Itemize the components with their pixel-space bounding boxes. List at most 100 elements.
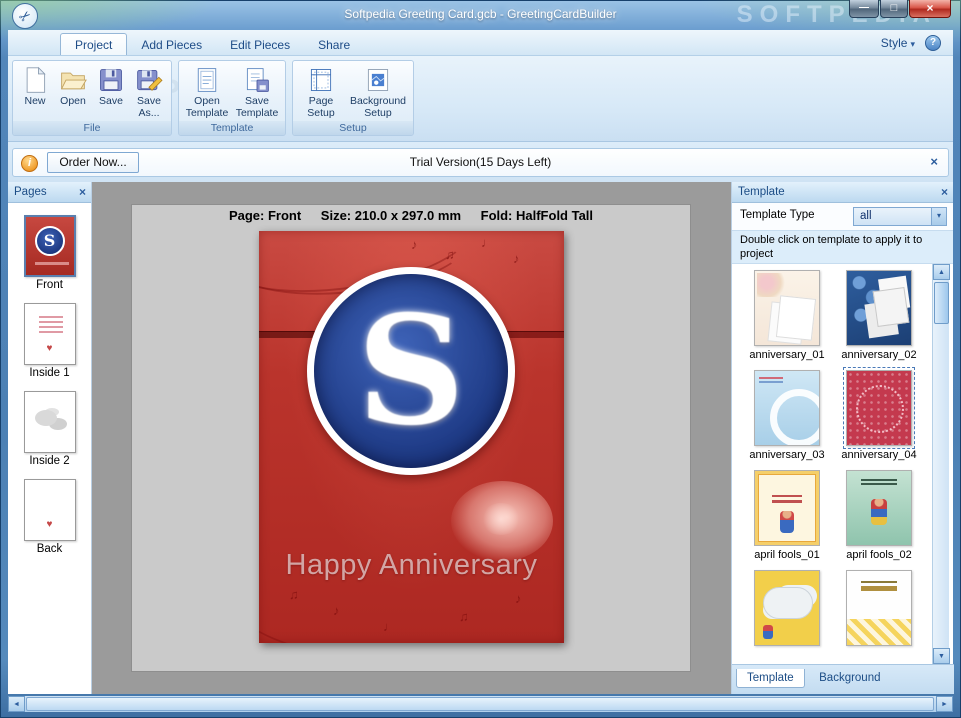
maximize-button[interactable]: □ xyxy=(880,0,908,18)
horizontal-scrollbar[interactable]: ◄ ► xyxy=(8,696,953,712)
template-item-7[interactable] xyxy=(744,570,830,649)
music-note-icon: ♫ xyxy=(459,609,469,624)
page-thumb-back[interactable]: ♥ Back xyxy=(8,479,91,555)
group-file: New Open Save Save As... File xyxy=(12,60,172,136)
template-thumb xyxy=(843,367,915,449)
template-thumb xyxy=(754,370,820,446)
template-label: anniversary_04 xyxy=(841,449,917,461)
page-info-size: Size: 210.0 x 297.0 mm xyxy=(320,208,461,223)
tab-edit-pieces[interactable]: Edit Pieces xyxy=(216,34,304,55)
open-folder-icon xyxy=(59,66,87,94)
template-type-row: Template Type all ▾ xyxy=(732,203,953,230)
trial-zone: i Order Now... Trial Version(15 Days Lef… xyxy=(8,142,953,182)
trial-bar-close-button[interactable]: × xyxy=(930,154,938,169)
template-hint: Double click on template to apply it to … xyxy=(732,230,953,264)
save-button[interactable]: Save xyxy=(92,64,130,109)
tab-project[interactable]: Project xyxy=(60,33,128,55)
page-thumb-inside2[interactable]: Inside 2 xyxy=(8,391,91,467)
template-item-april-fools-02[interactable]: april fools_02 xyxy=(836,470,922,561)
group-label-setup: Setup xyxy=(293,121,413,136)
scissors-icon: ✂ xyxy=(15,6,35,26)
template-panel-title: Template xyxy=(738,186,785,198)
new-button[interactable]: New xyxy=(16,64,54,109)
music-note-icon: ♪ xyxy=(513,251,520,266)
background-setup-button[interactable]: Background Setup xyxy=(346,64,410,121)
template-label: anniversary_03 xyxy=(749,449,825,461)
template-type-label: Template Type xyxy=(740,209,815,221)
template-item-anniversary-02[interactable]: anniversary_02 xyxy=(836,270,922,361)
save-floppy-icon xyxy=(97,66,125,94)
chevron-down-icon: ▾ xyxy=(931,208,946,225)
page-setup-icon xyxy=(307,66,335,94)
template-item-anniversary-04[interactable]: anniversary_04 xyxy=(836,367,922,461)
template-thumb xyxy=(754,570,820,646)
template-label: april fools_02 xyxy=(846,549,912,561)
scroll-down-button[interactable]: ▼ xyxy=(933,648,950,664)
tab-add-pieces[interactable]: Add Pieces xyxy=(127,34,216,55)
scroll-right-button[interactable]: ► xyxy=(936,696,953,712)
page-info-header: Page: Front Size: 210.0 x 297.0 mm Fold:… xyxy=(132,208,690,223)
group-setup: Page Setup Background Setup Setup xyxy=(292,60,414,136)
pages-panel: Pages × S Front ♥ Inside 1 Inside 2 ♥ Ba… xyxy=(8,182,92,694)
window-controls: — □ × xyxy=(849,0,951,18)
tab-share[interactable]: Share xyxy=(304,34,364,55)
template-list: anniversary_01 anniversary_02 anniversar… xyxy=(732,264,932,664)
arrow-right-icon: ► xyxy=(941,701,948,708)
template-list-scrollbar[interactable]: ▲ ▼ xyxy=(932,264,950,664)
close-button[interactable]: × xyxy=(909,0,951,18)
music-note-icon: ♪ xyxy=(333,603,340,618)
heart-icon: ♥ xyxy=(46,519,53,530)
mini-logo: S xyxy=(34,226,65,256)
group-label-template: Template xyxy=(179,121,285,136)
card-front-preview[interactable]: ♪ ♫ ♩ ♪ S Happy Anniversary ♫ ♪ ♩ ♫ ♪ xyxy=(259,231,564,643)
template-item-anniversary-03[interactable]: anniversary_03 xyxy=(744,370,830,461)
open-button[interactable]: Open xyxy=(54,64,92,109)
style-menu[interactable]: Style ▾ xyxy=(881,36,915,50)
template-item-8[interactable] xyxy=(836,570,922,649)
template-thumb xyxy=(846,570,912,646)
page-thumb-front[interactable]: S Front xyxy=(8,215,91,291)
page-info-page: Page: Front xyxy=(228,208,302,223)
page-thumb-label: Inside 2 xyxy=(29,455,70,467)
template-panel-close-button[interactable]: × xyxy=(941,182,948,202)
music-note-icon: ♩ xyxy=(383,619,396,634)
pages-panel-title: Pages xyxy=(14,186,47,198)
music-note-icon: ♪ xyxy=(515,591,522,606)
scrollbar-thumb[interactable] xyxy=(934,282,949,324)
template-panel-header: Template × xyxy=(732,182,953,203)
close-icon: × xyxy=(926,1,934,15)
template-item-anniversary-01[interactable]: anniversary_01 xyxy=(744,270,830,361)
help-icon: ? xyxy=(929,37,937,48)
template-panel-tabs: Template Background xyxy=(732,664,954,694)
page-setup-button[interactable]: Page Setup xyxy=(296,64,346,121)
template-item-april-fools-01[interactable]: april fools_01 xyxy=(744,470,830,561)
maximize-icon: □ xyxy=(890,2,898,14)
template-label: anniversary_01 xyxy=(749,349,825,361)
chevron-down-icon: ▾ xyxy=(910,39,915,49)
tab-background[interactable]: Background xyxy=(809,669,890,687)
scroll-up-button[interactable]: ▲ xyxy=(933,264,950,280)
save-template-icon xyxy=(243,66,271,94)
minimize-button[interactable]: — xyxy=(849,0,879,18)
group-template: Open Template Save Template Template xyxy=(178,60,286,136)
music-note-icon: ♪ xyxy=(411,237,418,252)
card-logo-letter: S xyxy=(356,283,466,459)
titlebar: SOFTPEDIA Softpedia Greeting Card.gcb - … xyxy=(0,0,961,30)
page-thumb-back-preview: ♥ xyxy=(23,479,76,541)
pages-panel-close-button[interactable]: × xyxy=(79,182,86,202)
help-button[interactable]: ? xyxy=(925,35,941,51)
save-as-button[interactable]: Save As... xyxy=(130,64,168,121)
save-template-button[interactable]: Save Template xyxy=(232,64,282,121)
pages-panel-header: Pages × xyxy=(8,182,91,203)
new-document-icon xyxy=(21,66,49,94)
scroll-left-button[interactable]: ◄ xyxy=(8,696,25,712)
app-icon[interactable]: ✂ xyxy=(12,3,38,29)
page-info-fold: Fold: HalfFold Tall xyxy=(480,208,594,223)
open-template-button[interactable]: Open Template xyxy=(182,64,232,121)
template-thumb xyxy=(846,470,912,546)
page-thumb-inside1[interactable]: ♥ Inside 1 xyxy=(8,303,91,379)
scrollbar-thumb[interactable] xyxy=(26,697,934,711)
tab-template[interactable]: Template xyxy=(736,669,805,688)
template-type-select[interactable]: all ▾ xyxy=(853,207,947,226)
style-menu-label: Style xyxy=(880,36,908,50)
